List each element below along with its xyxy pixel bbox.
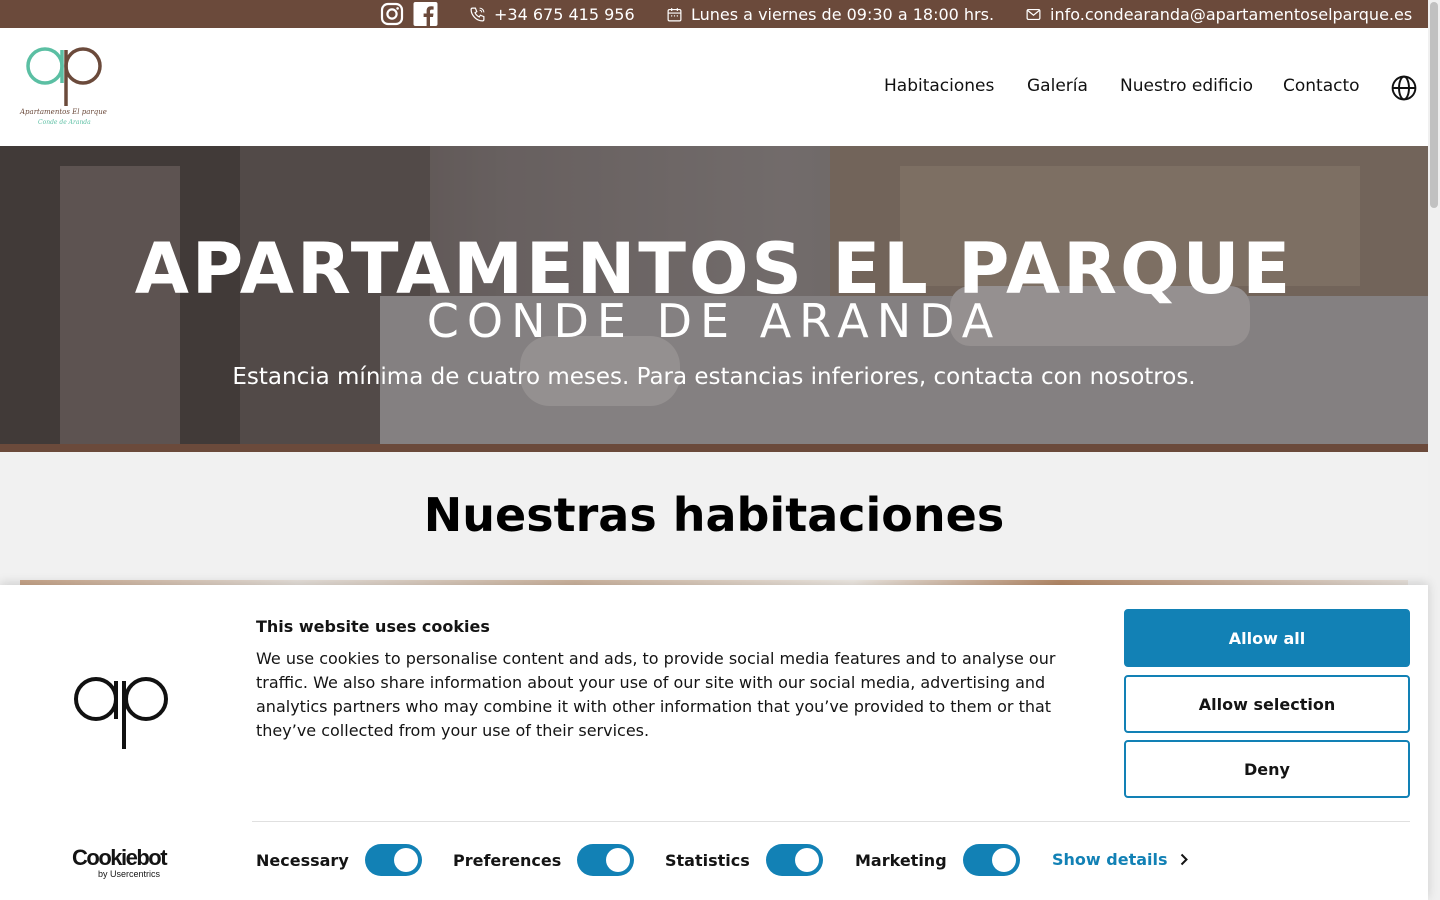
toggle-label: Marketing: [855, 850, 947, 870]
show-details-label: Show details: [1052, 850, 1168, 869]
chevron-right-icon: [1180, 853, 1188, 866]
site-logo-mark: [74, 677, 168, 749]
cookiebot-brand: Cookiebot: [72, 845, 168, 870]
page-scrollbar[interactable]: [1428, 0, 1440, 900]
marketing-switch[interactable]: [962, 844, 1020, 876]
cookie-consent-banner: This website uses cookies We use cookies…: [0, 585, 1428, 900]
site-logo[interactable]: Apartamentos El parque Conde de Aranda: [18, 42, 112, 132]
hero-note: Estancia mínima de cuatro meses. Para es…: [232, 364, 1196, 390]
calendar-icon: [667, 7, 682, 21]
preferences-switch[interactable]: [577, 844, 635, 876]
toggle-label: Necessary: [256, 850, 349, 870]
nav-habitaciones[interactable]: Habitaciones: [884, 76, 994, 96]
cookie-divider: [252, 821, 1410, 822]
nav-galeria[interactable]: Galería: [1027, 76, 1088, 96]
phone-link[interactable]: +34 675 415 956: [469, 0, 635, 28]
logo-text-name: Apartamentos El parque: [20, 108, 107, 116]
facebook-icon[interactable]: [413, 2, 438, 26]
nav-contacto[interactable]: Contacto: [1283, 76, 1360, 96]
statistics-switch[interactable]: [765, 844, 823, 876]
hero-subtitle: CONDE DE ARANDA: [426, 294, 1002, 348]
show-details-link[interactable]: Show details: [1052, 850, 1188, 869]
toggle-preferences: Preferences: [453, 844, 635, 876]
nav-nuestro-edificio[interactable]: Nuestro edificio: [1120, 76, 1253, 96]
cookiebot-byline: by Usercentrics: [98, 869, 161, 879]
toggle-label: Preferences: [453, 850, 562, 870]
cookie-title: This website uses cookies: [256, 617, 490, 636]
hours-text: Lunes a viernes de 09:30 a 18:00 hrs.: [691, 4, 995, 24]
email-address: info.condearanda@apartamentoselparque.es: [1050, 4, 1413, 24]
scrollbar-thumb[interactable]: [1430, 2, 1438, 208]
toggle-label: Statistics: [665, 850, 750, 870]
hero-banner: APARTAMENTOS EL PARQUE CONDE DE ARANDA E…: [0, 146, 1428, 444]
phone-icon: [470, 7, 485, 21]
email-link[interactable]: info.condearanda@apartamentoselparque.es: [1025, 0, 1412, 28]
rooms-section-title: Nuestras habitaciones: [423, 488, 1005, 542]
necessary-switch[interactable]: [364, 844, 422, 876]
cookie-description: We use cookies to personalise content an…: [256, 649, 1056, 740]
phone-number: +34 675 415 956: [494, 4, 635, 24]
site-header: Apartamentos El parque Conde de Aranda H…: [0, 28, 1428, 146]
hero-bottom-border: [0, 444, 1428, 452]
logo-text-location: Conde de Aranda: [38, 119, 91, 126]
globe-icon[interactable]: [1391, 75, 1417, 101]
toggle-marketing: Marketing: [855, 844, 1020, 876]
mail-icon: [1026, 8, 1041, 20]
toggle-necessary: Necessary: [256, 844, 422, 876]
deny-button[interactable]: Deny: [1124, 740, 1410, 798]
allow-all-button[interactable]: Allow all: [1124, 609, 1410, 667]
toggle-statistics: Statistics: [665, 844, 823, 876]
top-bar: +34 675 415 956 Lunes a viernes de 09:30…: [0, 0, 1428, 28]
allow-selection-button[interactable]: Allow selection: [1124, 675, 1410, 733]
logo-mark: [26, 47, 102, 106]
cookiebot-logo[interactable]: Cookiebot by Usercentrics: [72, 845, 168, 879]
instagram-icon[interactable]: [380, 2, 404, 26]
opening-hours: Lunes a viernes de 09:30 a 18:00 hrs.: [666, 0, 994, 28]
